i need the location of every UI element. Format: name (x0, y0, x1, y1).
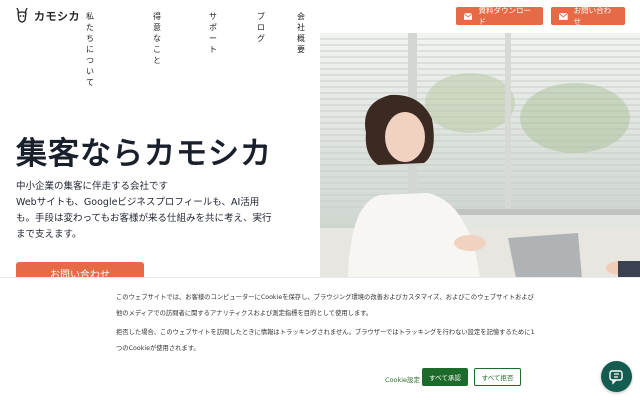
accept-all-button[interactable]: すべて承認 (422, 368, 468, 386)
download-docs-button[interactable]: 資料ダウンロード (456, 6, 543, 26)
download-docs-label: 資料ダウンロード (478, 6, 531, 26)
mail-icon (559, 12, 568, 20)
contact-label: お問い合わせ (573, 6, 612, 26)
nav-about[interactable]: 私たちについて (86, 11, 94, 88)
hero-description: 中小企業の集客に伴走する会社です Webサイトも、Googleビジネスプロフィー… (16, 179, 278, 243)
nav-strengths[interactable]: 得意なこと (153, 11, 161, 66)
cookie-text-secondary: 拒否した場合、このウェブサイトを訪問したときに情報はトラッキングされません。ブラ… (116, 329, 535, 352)
logo[interactable]: カモシカ (14, 7, 80, 25)
hero-desc-line1: 中小企業の集客に伴走する会社です (16, 181, 169, 192)
logo-text: カモシカ (34, 10, 80, 23)
contact-button[interactable]: お問い合わせ (551, 6, 625, 26)
site-header: カモシカ 私たちについて 得意なこと サポート ブログ 会社概要 資料ダウンロー… (0, 0, 640, 87)
mail-icon (464, 12, 473, 20)
nav-blog[interactable]: ブログ (257, 11, 265, 44)
hero-title: 集客ならカモシカ (16, 136, 272, 172)
chat-button[interactable] (601, 361, 632, 392)
hero-desc-line2: Webサイトも、Googleビジネスプロフィールも、AI活用も。手段は変わっても… (16, 197, 272, 240)
antelope-logo-icon (16, 7, 28, 23)
reject-all-button[interactable]: すべて拒否 (474, 368, 521, 386)
nav-support[interactable]: サポート (209, 11, 217, 55)
cookie-banner: このウェブサイトでは、お客様のコンピューターにCookieを保存し、ブラウジング… (0, 277, 640, 400)
hero-image (320, 33, 640, 278)
nav-company[interactable]: 会社概要 (297, 11, 305, 55)
chat-icon (608, 369, 623, 385)
cookie-settings-link[interactable]: Cookie設定 (385, 374, 420, 384)
cookie-text-primary: このウェブサイトでは、お客様のコンピューターにCookieを保存し、ブラウジング… (116, 294, 534, 317)
